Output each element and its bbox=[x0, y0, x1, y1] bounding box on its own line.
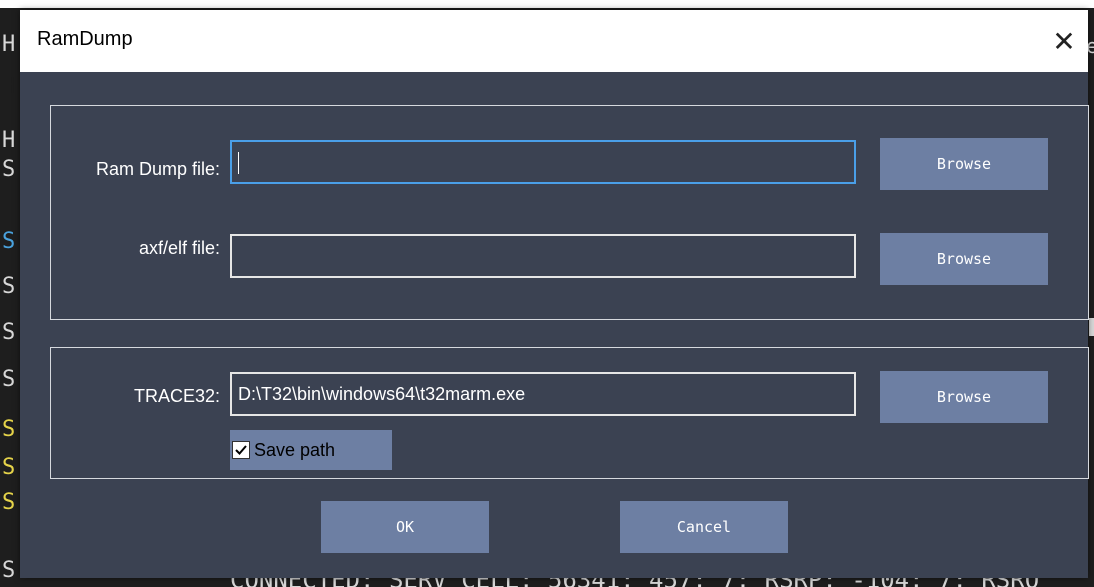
background-line-marker: S bbox=[2, 274, 16, 299]
ram-dump-browse-button[interactable]: Browse bbox=[880, 138, 1048, 190]
background-line-marker: H bbox=[2, 32, 16, 57]
dialog-titlebar[interactable]: RamDump ✕ bbox=[20, 10, 1088, 72]
background-line-marker: S bbox=[2, 320, 16, 345]
ok-button[interactable]: OK bbox=[321, 501, 489, 553]
ram-dump-label: Ram Dump file: bbox=[95, 159, 220, 179]
save-path-checkbox[interactable]: Save path bbox=[230, 430, 392, 470]
trace32-browse-button[interactable]: Browse bbox=[880, 371, 1048, 423]
close-icon: ✕ bbox=[1052, 24, 1076, 58]
cancel-button[interactable]: Cancel bbox=[620, 501, 788, 553]
ramdump-dialog: RamDump ✕ Ram Dump file: Browse axf/elf … bbox=[20, 10, 1089, 578]
background-top-strip bbox=[0, 0, 1094, 8]
background-line-marker: H bbox=[2, 74, 16, 99]
ram-dump-input[interactable] bbox=[230, 140, 856, 184]
close-button[interactable]: ✕ bbox=[1040, 10, 1088, 72]
axf-elf-label: axf/elf file: bbox=[138, 238, 220, 258]
dialog-title: RamDump bbox=[37, 28, 133, 50]
trace32-value: D:\T32\bin\windows64\t32marm.exe bbox=[238, 384, 526, 404]
background-line-marker: S bbox=[2, 229, 16, 254]
text-caret bbox=[238, 152, 239, 175]
save-path-label: Save path bbox=[254, 439, 336, 460]
background-line-marker: S bbox=[2, 417, 16, 442]
background-line-marker: S bbox=[2, 558, 16, 583]
trace32-label: TRACE32: bbox=[133, 386, 220, 406]
background-line-marker: S bbox=[2, 157, 16, 182]
background-line-marker: S bbox=[2, 490, 16, 515]
background-right-bar bbox=[1089, 318, 1094, 336]
background-line-marker: H bbox=[2, 128, 16, 153]
axf-elf-input[interactable] bbox=[230, 234, 856, 278]
background-line-marker: S bbox=[2, 455, 16, 480]
trace32-input[interactable]: D:\T32\bin\windows64\t32marm.exe bbox=[230, 372, 856, 416]
checkmark-icon bbox=[235, 445, 247, 455]
axf-elf-browse-button[interactable]: Browse bbox=[880, 233, 1048, 285]
checkbox-box[interactable] bbox=[232, 441, 250, 459]
background-line-marker: S bbox=[2, 367, 16, 392]
